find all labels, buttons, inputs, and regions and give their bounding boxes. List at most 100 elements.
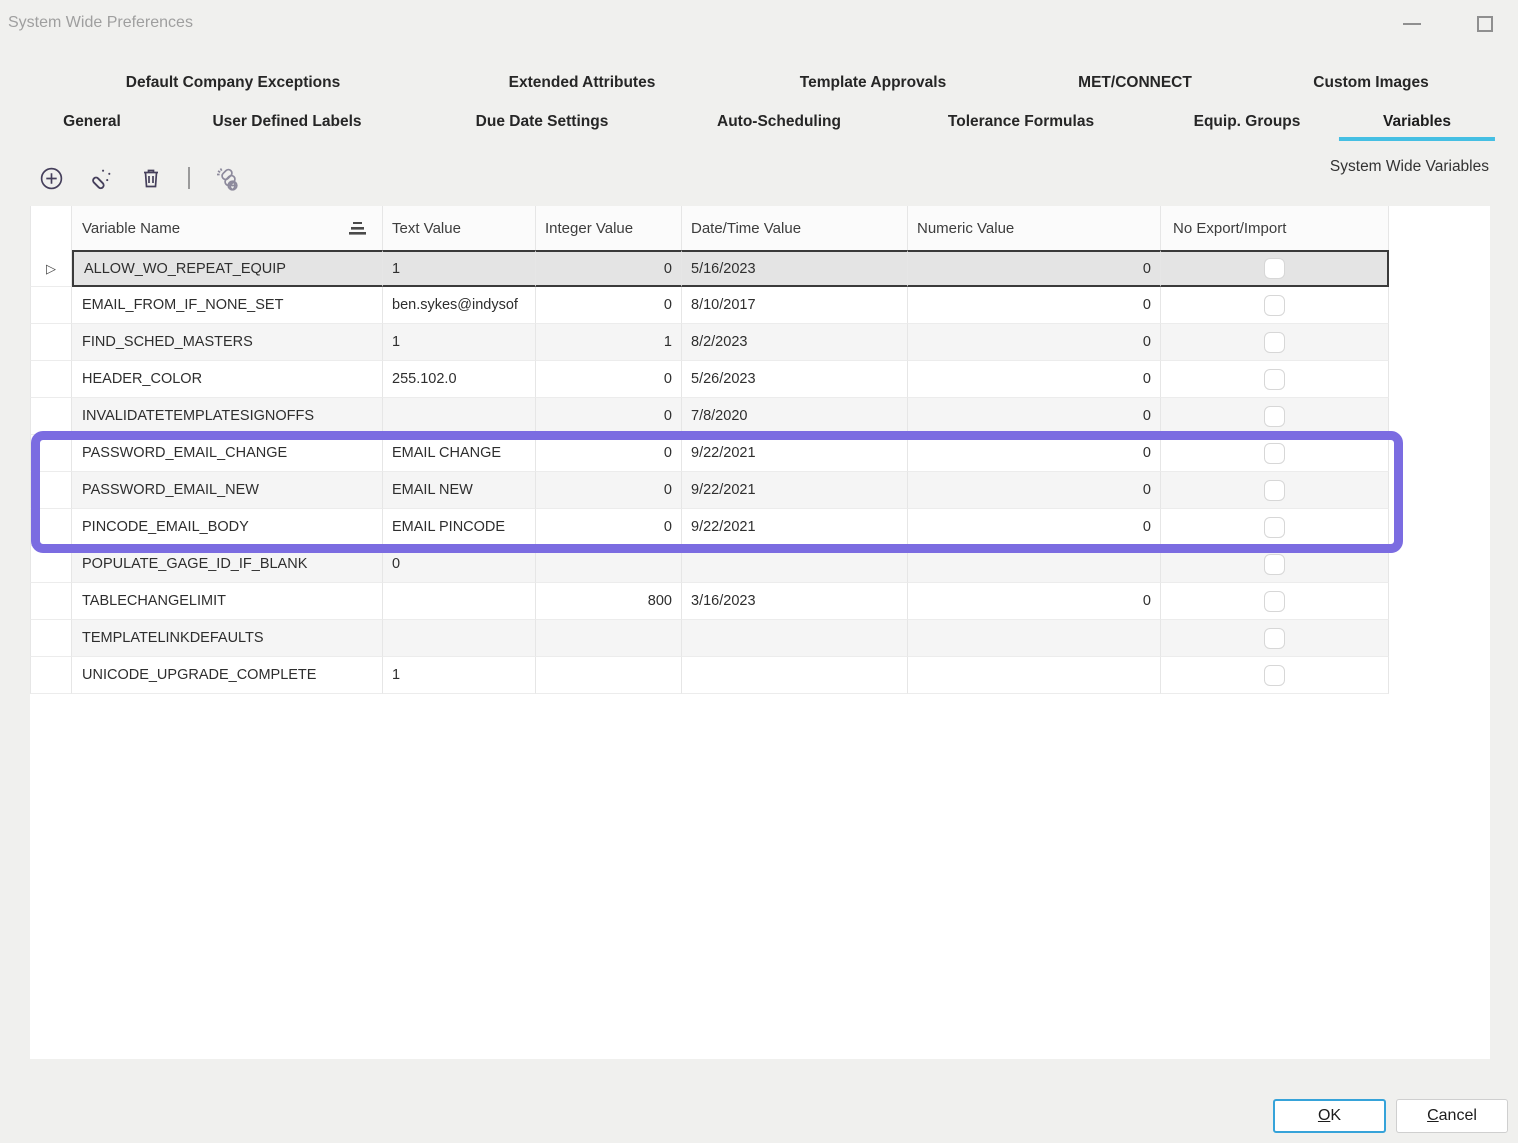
cell-numeric-value[interactable]: 0 xyxy=(908,472,1161,509)
tab-auto-scheduling[interactable]: Auto-Scheduling xyxy=(717,109,841,135)
add-icon[interactable] xyxy=(38,165,64,191)
table-row[interactable]: PINCODE_EMAIL_BODYEMAIL PINCODE09/22/202… xyxy=(30,509,1389,546)
cell-datetime-value[interactable]: 9/22/2021 xyxy=(682,509,908,546)
no-export-checkbox[interactable] xyxy=(1264,517,1285,538)
no-export-checkbox[interactable] xyxy=(1264,369,1285,390)
column-header-numeric-value[interactable]: Numeric Value xyxy=(908,206,1161,250)
row-indicator-cell[interactable] xyxy=(30,657,72,694)
cell-numeric-value[interactable]: 0 xyxy=(908,361,1161,398)
cell-integer-value[interactable]: 0 xyxy=(536,398,682,435)
table-row[interactable]: PASSWORD_EMAIL_CHANGEEMAIL CHANGE09/22/2… xyxy=(30,435,1389,472)
magic-wand-icon[interactable] xyxy=(88,165,114,191)
cell-text-value[interactable]: 0 xyxy=(383,546,536,583)
cell-variable-name[interactable]: INVALIDATETEMPLATESIGNOFFS xyxy=(72,398,383,435)
cell-integer-value[interactable]: 1 xyxy=(536,324,682,361)
row-indicator-cell[interactable]: ▷ xyxy=(30,250,72,287)
tab-general[interactable]: General xyxy=(63,109,121,135)
tab-custom-images[interactable]: Custom Images xyxy=(1313,70,1428,96)
cell-text-value[interactable] xyxy=(383,398,536,435)
cell-text-value[interactable]: EMAIL PINCODE xyxy=(383,509,536,546)
table-row[interactable]: TABLECHANGELIMIT8003/16/20230 xyxy=(30,583,1389,620)
row-indicator-cell[interactable] xyxy=(30,398,72,435)
unlink-icon[interactable] xyxy=(214,165,240,191)
cell-datetime-value[interactable]: 5/26/2023 xyxy=(682,361,908,398)
ok-button[interactable]: OK xyxy=(1273,1099,1386,1133)
cell-variable-name[interactable]: TEMPLATELINKDEFAULTS xyxy=(72,620,383,657)
tab-variables[interactable]: Variables xyxy=(1383,109,1451,135)
cell-datetime-value[interactable]: 7/8/2020 xyxy=(682,398,908,435)
tab-due-date-settings[interactable]: Due Date Settings xyxy=(476,109,609,135)
cell-text-value[interactable]: EMAIL CHANGE xyxy=(383,435,536,472)
cell-variable-name[interactable]: UNICODE_UPGRADE_COMPLETE xyxy=(72,657,383,694)
cell-numeric-value[interactable]: 0 xyxy=(908,398,1161,435)
cell-text-value[interactable]: 1 xyxy=(383,657,536,694)
row-indicator-cell[interactable] xyxy=(30,472,72,509)
cell-text-value[interactable]: 1 xyxy=(383,324,536,361)
cell-numeric-value[interactable]: 0 xyxy=(908,250,1161,287)
cell-integer-value[interactable]: 800 xyxy=(536,583,682,620)
cell-numeric-value[interactable] xyxy=(908,620,1161,657)
cell-datetime-value[interactable]: 9/22/2021 xyxy=(682,472,908,509)
cell-integer-value[interactable]: 0 xyxy=(536,361,682,398)
cell-variable-name[interactable]: PINCODE_EMAIL_BODY xyxy=(72,509,383,546)
cell-variable-name[interactable]: POPULATE_GAGE_ID_IF_BLANK xyxy=(72,546,383,583)
row-indicator-cell[interactable] xyxy=(30,509,72,546)
cell-datetime-value[interactable]: 8/2/2023 xyxy=(682,324,908,361)
delete-icon[interactable] xyxy=(138,165,164,191)
row-indicator-cell[interactable] xyxy=(30,620,72,657)
table-row[interactable]: PASSWORD_EMAIL_NEWEMAIL NEW09/22/20210 xyxy=(30,472,1389,509)
column-header-no-export-import[interactable]: No Export/Import xyxy=(1161,206,1389,250)
cell-integer-value[interactable] xyxy=(536,657,682,694)
no-export-checkbox[interactable] xyxy=(1264,480,1285,501)
cell-numeric-value[interactable]: 0 xyxy=(908,287,1161,324)
no-export-checkbox[interactable] xyxy=(1264,554,1285,575)
cell-numeric-value[interactable]: 0 xyxy=(908,509,1161,546)
no-export-checkbox[interactable] xyxy=(1264,628,1285,649)
cell-integer-value[interactable]: 0 xyxy=(536,287,682,324)
tab-extended-attributes[interactable]: Extended Attributes xyxy=(509,70,656,96)
cell-numeric-value[interactable]: 0 xyxy=(908,583,1161,620)
tab-user-defined-labels[interactable]: User Defined Labels xyxy=(212,109,361,135)
row-indicator-cell[interactable] xyxy=(30,287,72,324)
cell-text-value[interactable]: 255.102.0 xyxy=(383,361,536,398)
cell-datetime-value[interactable]: 8/10/2017 xyxy=(682,287,908,324)
cell-numeric-value[interactable]: 0 xyxy=(908,324,1161,361)
row-indicator-cell[interactable] xyxy=(30,546,72,583)
cell-integer-value[interactable] xyxy=(536,546,682,583)
cell-integer-value[interactable]: 0 xyxy=(536,435,682,472)
row-indicator-cell[interactable] xyxy=(30,324,72,361)
cell-integer-value[interactable]: 0 xyxy=(536,509,682,546)
cell-variable-name[interactable]: PASSWORD_EMAIL_NEW xyxy=(72,472,383,509)
table-row[interactable]: POPULATE_GAGE_ID_IF_BLANK0 xyxy=(30,546,1389,583)
no-export-checkbox[interactable] xyxy=(1264,332,1285,353)
row-indicator-cell[interactable] xyxy=(30,361,72,398)
cell-integer-value[interactable]: 0 xyxy=(536,250,682,287)
tab-template-approvals[interactable]: Template Approvals xyxy=(800,70,946,96)
cell-variable-name[interactable]: PASSWORD_EMAIL_CHANGE xyxy=(72,435,383,472)
no-export-checkbox[interactable] xyxy=(1264,591,1285,612)
cell-datetime-value[interactable] xyxy=(682,620,908,657)
column-header-text-value[interactable]: Text Value xyxy=(383,206,536,250)
tab-default-company-exceptions[interactable]: Default Company Exceptions xyxy=(126,70,340,96)
cell-variable-name[interactable]: HEADER_COLOR xyxy=(72,361,383,398)
table-row[interactable]: EMAIL_FROM_IF_NONE_SETben.sykes@indysof0… xyxy=(30,287,1389,324)
cancel-button[interactable]: Cancel xyxy=(1396,1099,1508,1133)
cell-datetime-value[interactable] xyxy=(682,546,908,583)
cell-datetime-value[interactable]: 3/16/2023 xyxy=(682,583,908,620)
tab-equip-groups[interactable]: Equip. Groups xyxy=(1194,109,1301,135)
cell-numeric-value[interactable] xyxy=(908,657,1161,694)
row-indicator-cell[interactable] xyxy=(30,435,72,472)
cell-datetime-value[interactable] xyxy=(682,657,908,694)
table-row[interactable]: TEMPLATELINKDEFAULTS xyxy=(30,620,1389,657)
cell-datetime-value[interactable]: 9/22/2021 xyxy=(682,435,908,472)
tab-met-connect[interactable]: MET/CONNECT xyxy=(1078,70,1192,96)
cell-text-value[interactable]: 1 xyxy=(383,250,536,287)
cell-text-value[interactable] xyxy=(383,583,536,620)
tab-tolerance-formulas[interactable]: Tolerance Formulas xyxy=(948,109,1094,135)
cell-integer-value[interactable] xyxy=(536,620,682,657)
minimize-icon[interactable] xyxy=(1403,23,1421,25)
column-header-datetime-value[interactable]: Date/Time Value xyxy=(682,206,908,250)
cell-variable-name[interactable]: ALLOW_WO_REPEAT_EQUIP xyxy=(72,250,383,287)
no-export-checkbox[interactable] xyxy=(1264,295,1285,316)
no-export-checkbox[interactable] xyxy=(1264,406,1285,427)
